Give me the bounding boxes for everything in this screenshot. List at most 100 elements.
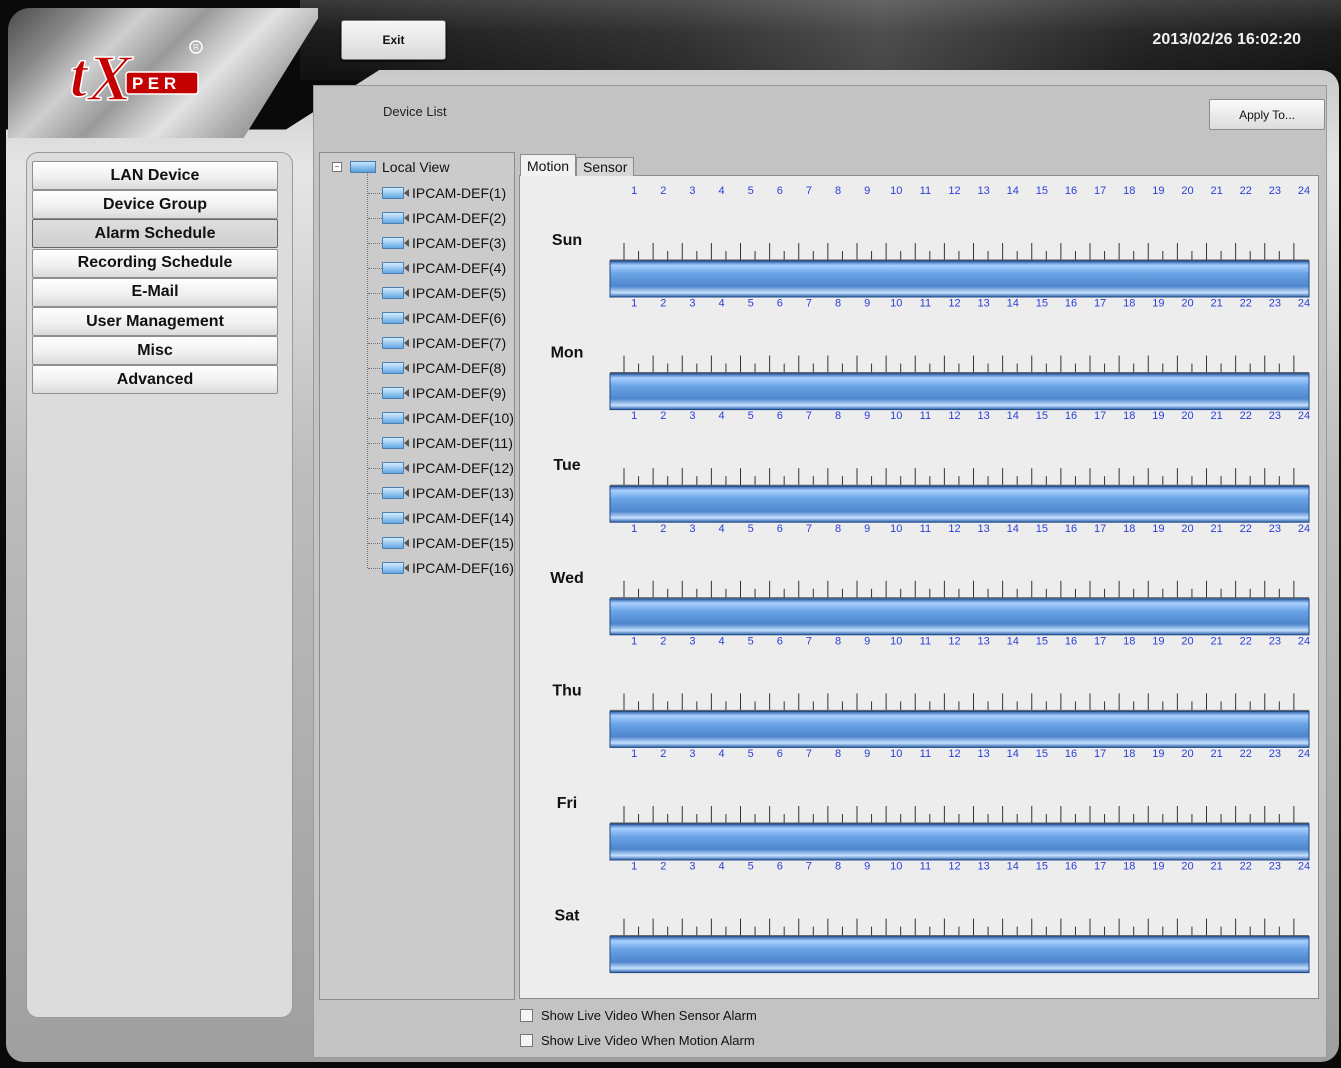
sidebar-item-user-management[interactable]: User Management xyxy=(32,307,278,336)
tree-node-device[interactable]: IPCAM-DEF(1) xyxy=(368,183,506,203)
sidebar-item-e-mail[interactable]: E-Mail xyxy=(32,277,278,307)
device-tree: − Local View IPCAM-DEF(1) IPCAM-DEF(2) IPC… xyxy=(319,152,515,1000)
hour-label: 6 xyxy=(777,410,783,422)
hour-label: 8 xyxy=(835,298,841,310)
hour-label: 3 xyxy=(689,410,695,422)
tree-node-label: IPCAM-DEF(9) xyxy=(412,385,507,401)
hour-label: 22 xyxy=(1240,748,1252,760)
tree-node-device[interactable]: IPCAM-DEF(2) xyxy=(368,208,506,228)
tree-node-label: IPCAM-DEF(8) xyxy=(412,360,507,376)
brand-logo: R t X P E R xyxy=(69,40,203,116)
hour-label: 8 xyxy=(835,635,841,647)
hour-label: 24 xyxy=(1298,185,1310,197)
hour-label: 22 xyxy=(1240,185,1252,197)
hour-label: 24 xyxy=(1298,861,1310,873)
schedule-bar-tue[interactable] xyxy=(609,485,1310,523)
tree-node-device[interactable]: IPCAM-DEF(8) xyxy=(368,358,506,378)
camera-icon xyxy=(382,462,409,474)
hour-label: 15 xyxy=(1036,635,1048,647)
hour-label: 24 xyxy=(1298,523,1310,535)
hour-label: 18 xyxy=(1123,298,1135,310)
day-label-wed: Wed xyxy=(550,570,583,587)
hour-label: 21 xyxy=(1211,410,1223,422)
hour-label: 15 xyxy=(1036,861,1048,873)
hour-label: 8 xyxy=(835,185,841,197)
hour-label: 6 xyxy=(777,861,783,873)
tree-node-device[interactable]: IPCAM-DEF(5) xyxy=(368,283,506,303)
hour-label: 3 xyxy=(689,185,695,197)
day-label-sat: Sat xyxy=(555,908,581,925)
schedule-bar-mon[interactable] xyxy=(609,373,1310,411)
hour-label: 21 xyxy=(1211,748,1223,760)
sensor-alarm-option[interactable]: Show Live Video When Sensor Alarm xyxy=(520,1006,757,1024)
tree-node-device[interactable]: IPCAM-DEF(4) xyxy=(368,258,506,278)
schedule-bar-wed[interactable] xyxy=(609,598,1310,636)
schedule-bar-sat[interactable] xyxy=(609,936,1310,974)
hour-label: 8 xyxy=(835,748,841,760)
tree-connector xyxy=(368,217,382,219)
device-list-label: Device List xyxy=(383,104,447,119)
tree-connector xyxy=(368,292,382,294)
hour-label: 14 xyxy=(1007,298,1019,310)
sidebar-item-recording-schedule[interactable]: Recording Schedule xyxy=(32,248,278,278)
hour-label: 18 xyxy=(1123,748,1135,760)
hour-label: 19 xyxy=(1152,185,1164,197)
tree-node-device[interactable]: IPCAM-DEF(15) xyxy=(368,533,514,553)
hour-label: 23 xyxy=(1269,410,1281,422)
collapse-icon[interactable]: − xyxy=(332,162,342,172)
hour-label: 16 xyxy=(1065,861,1077,873)
hour-label: 16 xyxy=(1065,298,1077,310)
hour-label: 17 xyxy=(1094,410,1106,422)
hour-label: 1 xyxy=(631,635,637,647)
hour-label: 2 xyxy=(660,861,666,873)
tree-node-device[interactable]: IPCAM-DEF(9) xyxy=(368,383,506,403)
hour-label: 19 xyxy=(1152,861,1164,873)
tree-root-local-view[interactable]: − Local View xyxy=(332,159,449,175)
schedule-bar-fri[interactable] xyxy=(609,823,1310,861)
tab-sensor[interactable]: Sensor xyxy=(576,157,635,176)
hour-label: 7 xyxy=(806,410,812,422)
tree-node-device[interactable]: IPCAM-DEF(14) xyxy=(368,508,514,528)
hour-label: 21 xyxy=(1211,861,1223,873)
tree-node-device[interactable]: IPCAM-DEF(13) xyxy=(368,483,514,503)
sidebar-item-alarm-schedule[interactable]: Alarm Schedule xyxy=(32,219,278,249)
hour-label: 24 xyxy=(1298,748,1310,760)
motion-alarm-option[interactable]: Show Live Video When Motion Alarm xyxy=(520,1031,755,1049)
tree-node-device[interactable]: IPCAM-DEF(10) xyxy=(368,408,514,428)
tree-node-device[interactable]: IPCAM-DEF(6) xyxy=(368,308,506,328)
hour-label: 1 xyxy=(631,298,637,310)
hour-label: 13 xyxy=(978,748,990,760)
tree-node-device[interactable]: IPCAM-DEF(12) xyxy=(368,458,514,478)
hour-label: 4 xyxy=(718,748,724,760)
hour-label: 7 xyxy=(806,635,812,647)
local-view-icon xyxy=(350,161,376,173)
hour-label: 12 xyxy=(948,410,960,422)
sidebar-item-device-group[interactable]: Device Group xyxy=(32,190,278,220)
motion-alarm-checkbox[interactable] xyxy=(520,1033,533,1047)
schedule-bar-thu[interactable] xyxy=(609,710,1310,748)
schedule-grid[interactable]: 1 2 3 4 5 6 7 8 9 10 11 12 13 14 15 16 17 18 19 20 21 22 23 24S… xyxy=(520,176,1318,998)
tree-node-device[interactable]: IPCAM-DEF(11) xyxy=(368,433,513,453)
apply-to-button[interactable]: Apply To... xyxy=(1209,99,1325,130)
tree-node-device[interactable]: IPCAM-DEF(16) xyxy=(368,558,514,578)
exit-button[interactable]: Exit xyxy=(341,20,446,60)
sidebar-item-lan-device[interactable]: LAN Device xyxy=(32,161,278,190)
hour-label: 2 xyxy=(660,635,666,647)
sensor-alarm-checkbox[interactable] xyxy=(520,1008,533,1022)
sidebar-item-advanced[interactable]: Advanced xyxy=(32,365,278,395)
tab-motion[interactable]: Motion xyxy=(520,154,577,176)
hour-label: 18 xyxy=(1123,410,1135,422)
hour-label: 10 xyxy=(890,523,902,535)
tree-node-device[interactable]: IPCAM-DEF(3) xyxy=(368,233,506,253)
tree-connector xyxy=(368,192,382,194)
datetime-display: 2013/02/26 16:02:20 xyxy=(1152,31,1301,48)
hour-label: 6 xyxy=(777,298,783,310)
hour-label: 5 xyxy=(748,523,754,535)
tree-node-device[interactable]: IPCAM-DEF(7) xyxy=(368,333,506,353)
hour-label: 20 xyxy=(1181,523,1193,535)
tree-node-label: IPCAM-DEF(12) xyxy=(412,460,514,476)
schedule-bar-sun[interactable] xyxy=(609,260,1310,298)
sidebar-item-misc[interactable]: Misc xyxy=(32,336,278,366)
hour-label: 15 xyxy=(1036,523,1048,535)
hour-label: 13 xyxy=(978,635,990,647)
